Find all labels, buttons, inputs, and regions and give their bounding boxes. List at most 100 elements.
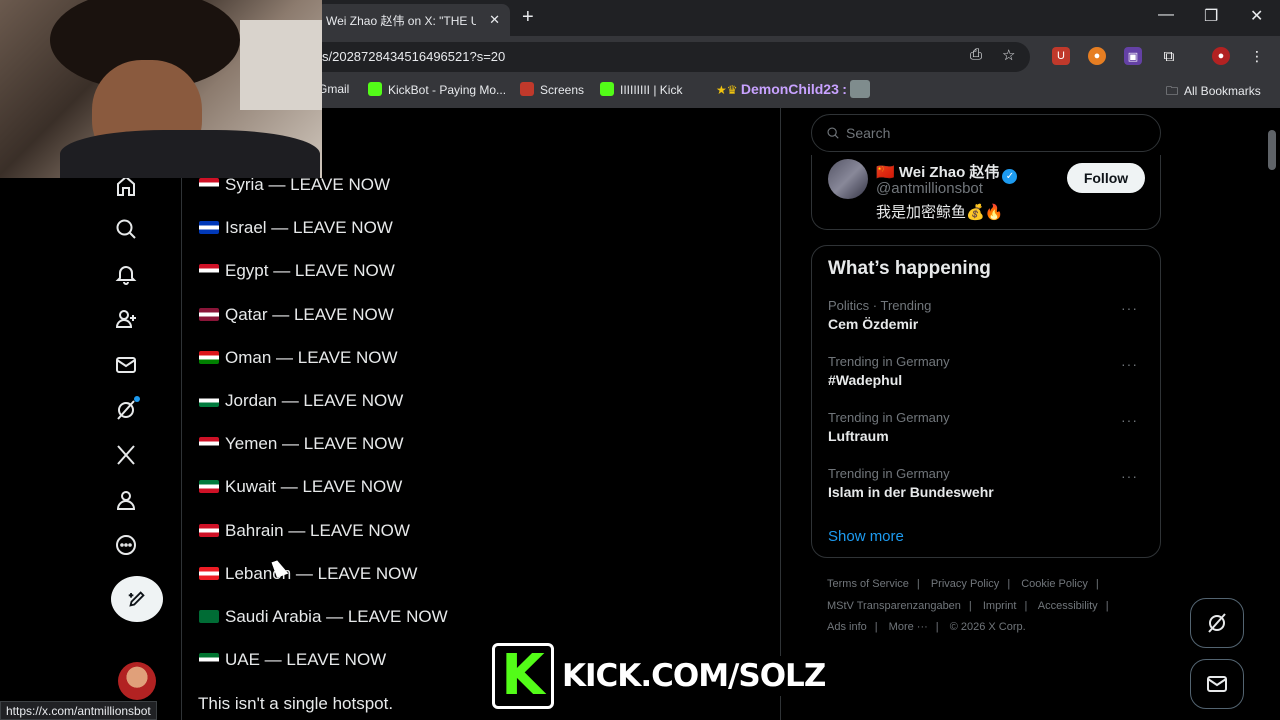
extensions-puzzle-icon[interactable]: ⧉ — [1160, 47, 1178, 65]
install-app-icon[interactable]: ⎙ — [970, 46, 982, 63]
whats-happening-panel: What’s happening Politics · Trending Cem… — [811, 245, 1161, 558]
profile-icon[interactable] — [112, 486, 140, 514]
country-text: Oman — LEAVE NOW — [225, 347, 398, 367]
kick-logo-letter: K — [501, 643, 545, 708]
ublock-icon[interactable]: U — [1052, 47, 1070, 65]
mail-icon[interactable] — [112, 351, 140, 379]
right-divider — [780, 108, 781, 720]
country-line: Oman — LEAVE NOW — [199, 348, 398, 368]
flag-icon — [199, 523, 219, 537]
kick-logo-icon: K — [492, 643, 554, 709]
account-avatar[interactable] — [118, 662, 156, 700]
grok-icon[interactable] — [112, 396, 140, 424]
profile-name-text: 🇨🇳 Wei Zhao 赵伟 — [876, 164, 1000, 181]
country-line: Egypt — LEAVE NOW — [199, 261, 395, 281]
show-more-link[interactable]: Show more — [828, 528, 904, 545]
page-scrollbar[interactable] — [1268, 130, 1276, 170]
flag-icon — [199, 264, 219, 278]
bookmark-label: KickBot - Paying Mo... — [388, 83, 507, 97]
country-text: Jordan — LEAVE NOW — [225, 391, 404, 410]
footer-link-imprint[interactable]: Imprint — [983, 600, 1017, 612]
footer-copyright: © 2026 X Corp. — [949, 621, 1026, 633]
footer-link-terms[interactable]: Terms of Service — [827, 578, 909, 590]
trend-more-icon[interactable]: ··· — [1121, 300, 1138, 316]
all-bookmarks-label: All Bookmarks — [1184, 84, 1261, 98]
bell-icon[interactable] — [112, 260, 140, 288]
grok-fab-button[interactable] — [1190, 598, 1244, 648]
trend-item[interactable]: Trending in Germany Islam in der Bundesw… — [828, 466, 1148, 500]
kickbot-icon — [368, 82, 382, 96]
country-text: Qatar — LEAVE NOW — [225, 304, 394, 324]
footer-link-cookie[interactable]: Cookie Policy — [1021, 578, 1088, 590]
footer-link-privacy[interactable]: Privacy Policy — [931, 578, 999, 590]
footer-link-mstv[interactable]: MStV Transparenzangaben — [827, 600, 961, 612]
footer-link-more[interactable]: More ··· — [889, 621, 928, 633]
profile-card[interactable]: 🇨🇳 Wei Zhao 赵伟 ✓ @antmillionsbot 我是加密鲸鱼💰🔥… — [811, 155, 1161, 230]
profile-card-handle: @antmillionsbot — [876, 180, 983, 197]
trend-more-icon[interactable]: ··· — [1121, 468, 1138, 484]
trend-name: #Wadephul — [828, 372, 903, 388]
search-input[interactable]: Search — [811, 114, 1161, 152]
cam-background — [240, 20, 322, 110]
close-window-icon[interactable]: ✕ — [1250, 6, 1263, 26]
tab-close-icon[interactable]: ✕ — [489, 12, 500, 28]
browser-tab[interactable]: Wei Zhao 赵伟 on X: "THE U ✕ — [316, 4, 510, 36]
profile-avatar-icon[interactable]: ● — [1212, 47, 1230, 65]
minimize-icon[interactable]: — — [1158, 6, 1174, 24]
extension-orange-icon[interactable]: ● — [1088, 47, 1106, 65]
profile-card-avatar[interactable] — [828, 159, 868, 199]
bookmark-gmail[interactable]: Gmail — [318, 82, 349, 96]
more-icon[interactable] — [112, 531, 140, 559]
star-crown-icon: ★♛ — [716, 83, 741, 97]
country-text: Israel — LEAVE NOW — [225, 218, 393, 238]
trend-name: Luftraum — [828, 428, 889, 444]
footer-link-accessibility[interactable]: Accessibility — [1038, 600, 1098, 612]
browser-menu-icon[interactable]: ⋮ — [1248, 47, 1266, 65]
trend-more-icon[interactable]: ··· — [1121, 412, 1138, 428]
bookmark-kickbot[interactable]: KickBot - Paying Mo... — [368, 82, 506, 97]
all-bookmarks[interactable]: 🗀 All Bookmarks — [1166, 82, 1261, 103]
kick-icon — [600, 82, 614, 96]
status-bar-url: https://x.com/antmillionsbot — [0, 701, 157, 720]
kick-url-text: KICK.COM/SOLZ — [556, 656, 832, 696]
post-body-text: This isn't a single hotspot. — [198, 694, 394, 713]
bookmark-label: Screens — [540, 83, 585, 97]
country-text: Kuwait — LEAVE NOW — [225, 477, 403, 497]
search-placeholder: Search — [846, 125, 891, 141]
scissors-icon — [520, 82, 534, 96]
footer-row-3: Ads info | More ··· | © 2026 X Corp. — [827, 621, 1026, 633]
country-text: UAE — LEAVE NOW — [225, 650, 387, 670]
restore-icon[interactable]: ❐ — [1204, 6, 1218, 26]
flag-icon — [199, 221, 219, 235]
twitch-extension-icon[interactable]: ▣ — [1124, 47, 1142, 65]
messages-fab-button[interactable] — [1190, 659, 1244, 709]
add-person-icon[interactable] — [112, 305, 140, 333]
bookmark-demonchild[interactable]: ★♛ DemonChild23 : — [716, 80, 876, 98]
trend-item[interactable]: Trending in Germany Luftraum ··· — [828, 410, 1148, 444]
x-logo-icon[interactable] — [112, 441, 140, 469]
trend-more-icon[interactable]: ··· — [1121, 356, 1138, 372]
footer-row-2: MStV Transparenzangaben | Imprint | Access… — [827, 600, 1109, 612]
bookmark-star-icon[interactable]: ☆ — [1002, 46, 1015, 64]
flag-icon — [199, 437, 219, 451]
trend-context: Trending in Germany — [828, 410, 950, 425]
url-text[interactable]: s/2028728434516496521?s=20 — [322, 49, 505, 64]
bookmark-screens[interactable]: Screens — [520, 82, 584, 97]
bookmark-face-icon — [850, 80, 871, 98]
trend-item[interactable]: Trending in Germany #Wadephul ··· — [828, 354, 1148, 388]
follow-button[interactable]: Follow — [1067, 163, 1145, 193]
bookmark-label: Gmail — [318, 82, 350, 96]
flag-icon — [199, 480, 219, 494]
country-line: Israel — LEAVE NOW — [199, 218, 393, 238]
kick-overlay-banner: K KICK.COM/SOLZ — [492, 643, 832, 709]
trend-item[interactable]: Politics · Trending Cem Özdemir ··· — [828, 298, 1148, 332]
trend-context: Trending in Germany — [828, 354, 950, 369]
webcam-overlay — [0, 0, 322, 178]
country-text: Lebanon — LEAVE NOW — [225, 563, 418, 583]
footer-link-ads[interactable]: Ads info — [827, 621, 867, 633]
search-icon[interactable] — [112, 215, 140, 243]
new-tab-button[interactable]: + — [522, 6, 534, 29]
bookmark-label: IIIIIIIII | Kick — [620, 83, 683, 97]
compose-post-button[interactable] — [111, 576, 163, 622]
bookmark-kick[interactable]: IIIIIIIII | Kick — [600, 82, 682, 97]
